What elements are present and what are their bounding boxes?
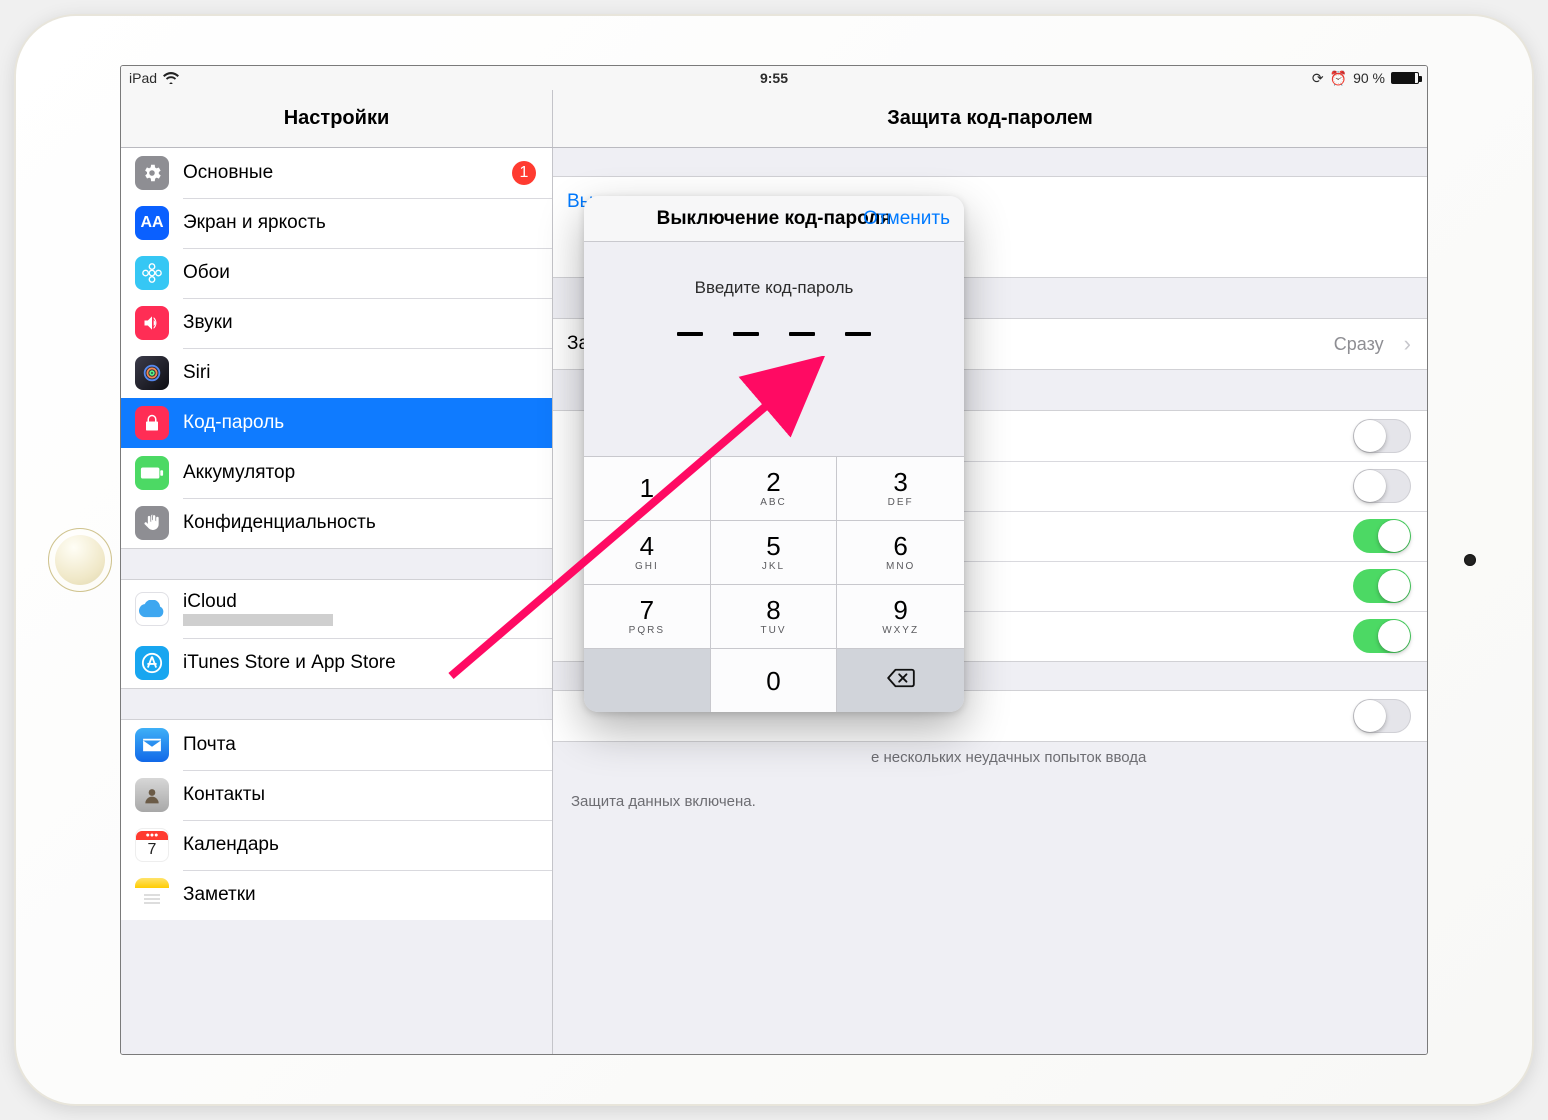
- toggle-switch[interactable]: [1353, 469, 1411, 503]
- pin-slot: [677, 332, 703, 336]
- battery-text: 90 %: [1353, 70, 1385, 86]
- sidebar-item-label: iCloud: [183, 592, 333, 613]
- home-button[interactable]: [48, 528, 112, 592]
- sidebar-title: Настройки: [121, 90, 553, 147]
- sidebar-item-label: Основные: [183, 162, 498, 184]
- numeric-keypad: 1 2ABC 3DEF 4GHI 5JKL 6MNO 7PQRS 8TUV 9W…: [584, 456, 964, 712]
- sidebar-item-calendar[interactable]: ●●● 7 Календарь: [121, 820, 552, 870]
- chevron-right-icon: ›: [1404, 331, 1411, 357]
- flower-icon: [135, 256, 169, 290]
- sidebar-item-contacts[interactable]: Контакты: [121, 770, 552, 820]
- key-4[interactable]: 4GHI: [584, 520, 711, 584]
- battery-icon: [135, 456, 169, 490]
- alarm-icon: ⏰: [1330, 70, 1347, 87]
- clock-text: 9:55: [760, 70, 788, 86]
- aa-icon: AA: [135, 206, 169, 240]
- sidebar-item-display[interactable]: AA Экран и яркость: [121, 198, 552, 248]
- sidebar-item-notes[interactable]: Заметки: [121, 870, 552, 920]
- lock-icon: [135, 406, 169, 440]
- sidebar-item-label: Заметки: [183, 884, 536, 906]
- sidebar-item-label: Siri: [183, 362, 536, 384]
- notification-badge: 1: [512, 161, 536, 185]
- contacts-icon: [135, 778, 169, 812]
- sidebar-item-label: iTunes Store и App Store: [183, 652, 536, 674]
- toggle-switch[interactable]: [1353, 419, 1411, 453]
- key-5[interactable]: 5JKL: [711, 520, 838, 584]
- erase-footer-text: е нескольких неудачных попыток ввода: [553, 742, 1427, 772]
- key-8[interactable]: 8TUV: [711, 584, 838, 648]
- calendar-icon: ●●● 7: [135, 828, 169, 862]
- sidebar-item-label: Код-пароль: [183, 412, 536, 434]
- key-1[interactable]: 1: [584, 456, 711, 520]
- notes-icon: [135, 878, 169, 912]
- key-3[interactable]: 3DEF: [837, 456, 964, 520]
- screen: iPad 9:55 ⟳ ⏰ 90 % Настройки Защита код-…: [120, 65, 1428, 1055]
- sidebar-item-label: Аккумулятор: [183, 462, 536, 484]
- battery-icon: [1391, 72, 1419, 84]
- sidebar-item-battery[interactable]: Аккумулятор: [121, 448, 552, 498]
- sidebar-item-label: Конфиденциальность: [183, 512, 536, 534]
- sidebar-item-general[interactable]: Основные 1: [121, 148, 552, 198]
- keypad-title: Выключение код-пароля: [657, 208, 892, 230]
- wifi-icon: [163, 72, 179, 84]
- icloud-icon: [135, 592, 169, 626]
- passcode-keypad-sheet: Выключение код-пароля Отменить Введите к…: [584, 196, 964, 712]
- mail-icon: [135, 728, 169, 762]
- sidebar-item-label: Звуки: [183, 312, 536, 334]
- speaker-icon: [135, 306, 169, 340]
- key-6[interactable]: 6MNO: [837, 520, 964, 584]
- pin-slot: [845, 332, 871, 336]
- sidebar-item-mail[interactable]: Почта: [121, 720, 552, 770]
- key-0[interactable]: 0: [711, 648, 838, 712]
- sidebar-item-label: Календарь: [183, 834, 536, 856]
- cancel-button[interactable]: Отменить: [863, 196, 950, 241]
- key-2[interactable]: 2ABC: [711, 456, 838, 520]
- hand-icon: [135, 506, 169, 540]
- siri-icon: [135, 356, 169, 390]
- gear-icon: [135, 156, 169, 190]
- sidebar-item-wallpaper[interactable]: Обои: [121, 248, 552, 298]
- detail-title: Защита код-паролем: [553, 90, 1427, 147]
- carrier-text: iPad: [129, 70, 157, 86]
- toggle-switch[interactable]: [1353, 619, 1411, 653]
- toggle-switch[interactable]: [1353, 519, 1411, 553]
- key-7[interactable]: 7PQRS: [584, 584, 711, 648]
- key-backspace[interactable]: [837, 648, 964, 712]
- backspace-icon: [886, 667, 916, 695]
- front-camera: [1464, 554, 1476, 566]
- sidebar-item-sounds[interactable]: Звуки: [121, 298, 552, 348]
- title-bar: Настройки Защита код-паролем: [121, 90, 1427, 148]
- keypad-header: Выключение код-пароля Отменить: [584, 196, 964, 242]
- toggle-switch[interactable]: [1353, 569, 1411, 603]
- sidebar-item-privacy[interactable]: Конфиденциальность: [121, 498, 552, 548]
- sidebar-item-label: Почта: [183, 734, 536, 756]
- pin-slot: [789, 332, 815, 336]
- appstore-icon: [135, 646, 169, 680]
- sidebar-item-label: Экран и яркость: [183, 212, 536, 234]
- icloud-account-redacted: [183, 614, 333, 626]
- sidebar-item-icloud[interactable]: iCloud: [121, 580, 552, 638]
- settings-sidebar[interactable]: Основные 1 AA Экран и яркость Обои: [121, 148, 553, 1054]
- data-protection-footer: Защита данных включена.: [553, 786, 1427, 816]
- sidebar-item-siri[interactable]: Siri: [121, 348, 552, 398]
- sidebar-item-passcode[interactable]: Код-пароль: [121, 398, 552, 448]
- key-9[interactable]: 9WXYZ: [837, 584, 964, 648]
- key-blank: [584, 648, 711, 712]
- rotation-lock-icon: ⟳: [1312, 70, 1324, 87]
- pin-slot: [733, 332, 759, 336]
- sidebar-item-label: Контакты: [183, 784, 536, 806]
- keypad-prompt: Введите код-пароль: [584, 278, 964, 298]
- status-bar: iPad 9:55 ⟳ ⏰ 90 %: [121, 66, 1427, 90]
- ipad-device-frame: iPad 9:55 ⟳ ⏰ 90 % Настройки Защита код-…: [16, 16, 1532, 1104]
- sidebar-item-label: Обои: [183, 262, 536, 284]
- sidebar-item-appstore[interactable]: iTunes Store и App Store: [121, 638, 552, 688]
- toggle-switch[interactable]: [1353, 699, 1411, 733]
- row-value: Сразу: [1334, 334, 1384, 355]
